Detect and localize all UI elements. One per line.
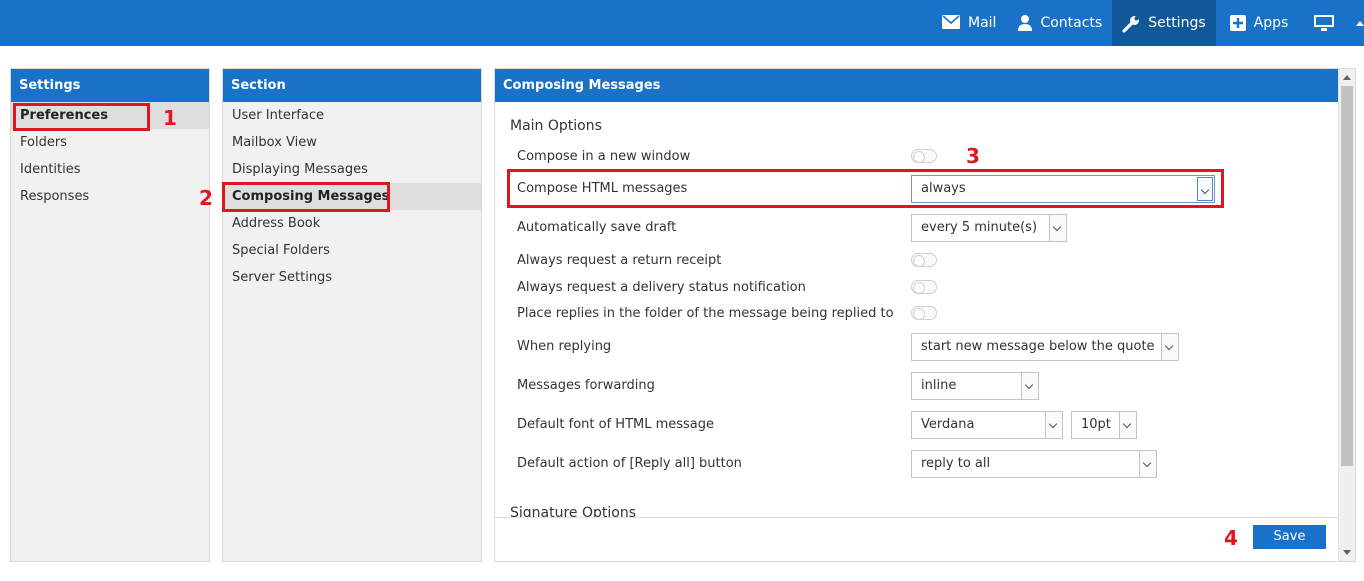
nav-mail-label: Mail: [968, 15, 997, 31]
section-item-address-book[interactable]: Address Book: [223, 210, 481, 237]
settings-item-preferences[interactable]: Preferences: [11, 102, 209, 129]
chevron-down-icon: [1197, 177, 1213, 201]
delivery-notification-toggle[interactable]: [911, 280, 937, 294]
reply-all-select[interactable]: reply to all: [911, 450, 1157, 478]
section-item-user-interface[interactable]: User Interface: [223, 102, 481, 129]
forwarding-label: Messages forwarding: [517, 378, 655, 393]
section-panel-title: Section: [223, 69, 481, 102]
nav-apps-label: Apps: [1253, 15, 1289, 31]
annotation-label-4: 4: [1224, 526, 1238, 550]
compose-html-value: always: [921, 181, 966, 196]
compose-new-window-toggle[interactable]: [911, 149, 937, 163]
default-font-size-value: 10pt: [1081, 417, 1111, 432]
scroll-down-arrow-icon[interactable]: [1343, 550, 1351, 555]
place-replies-label: Place replies in the folder of the messa…: [517, 306, 894, 321]
save-button[interactable]: Save: [1253, 525, 1326, 549]
chevron-down-icon: [1161, 334, 1178, 360]
reply-all-label: Default action of [Reply all] button: [517, 456, 742, 471]
scrollbar-thumb[interactable]: [1341, 86, 1353, 466]
chevron-down-icon: [1021, 373, 1038, 399]
settings-panel-title: Settings: [11, 69, 209, 102]
content-footer: Save: [495, 517, 1338, 561]
when-replying-select[interactable]: start new message below the quote: [911, 333, 1179, 361]
section-panel: Section User Interface Mailbox View Disp…: [222, 68, 482, 562]
nav-settings[interactable]: Settings: [1112, 0, 1216, 46]
nav-display[interactable]: [1298, 0, 1352, 46]
content-panel-title: Composing Messages: [495, 69, 1338, 102]
monitor-icon: [1314, 15, 1335, 31]
autosave-label: Automatically save draft: [517, 220, 677, 235]
chevron-down-icon: [1049, 215, 1066, 241]
compose-html-select[interactable]: always: [911, 175, 1215, 203]
top-navigation-bar: Mail Contacts Settings Apps: [0, 0, 1364, 46]
when-replying-label: When replying: [517, 339, 612, 354]
default-font-label: Default font of HTML message: [517, 417, 715, 432]
plus-square-icon: [1229, 15, 1246, 31]
composing-messages-panel: Composing Messages Main Options Compose …: [494, 68, 1356, 562]
wrench-icon: [1122, 15, 1140, 33]
forwarding-select[interactable]: inline: [911, 372, 1039, 400]
autosave-value: every 5 minute(s): [921, 220, 1038, 235]
section-item-server-settings[interactable]: Server Settings: [223, 264, 481, 291]
settings-item-identities[interactable]: Identities: [11, 156, 209, 183]
main-options-heading: Main Options: [510, 118, 602, 134]
compose-new-window-label: Compose in a new window: [517, 149, 691, 164]
section-item-composing-messages[interactable]: Composing Messages: [223, 183, 481, 210]
return-receipt-label: Always request a return receipt: [517, 253, 722, 268]
compose-html-label: Compose HTML messages: [517, 181, 688, 196]
nav-contacts[interactable]: Contacts: [1006, 0, 1112, 46]
default-font-value: Verdana: [921, 417, 975, 432]
annotation-label-2: 2: [199, 186, 213, 210]
delivery-notification-label: Always request a delivery status notific…: [517, 280, 806, 295]
autosave-select[interactable]: every 5 minute(s): [911, 214, 1067, 242]
default-font-select[interactable]: Verdana: [911, 411, 1063, 439]
nav-settings-label: Settings: [1148, 15, 1206, 31]
chevron-down-icon: [1139, 451, 1156, 477]
collapse-caret[interactable]: [1352, 0, 1364, 46]
nav-apps[interactable]: Apps: [1216, 0, 1299, 46]
chevron-down-icon: [1045, 412, 1062, 438]
when-replying-value: start new message below the quote: [921, 339, 1155, 354]
forwarding-value: inline: [921, 378, 957, 393]
section-item-mailbox-view[interactable]: Mailbox View: [223, 129, 481, 156]
envelope-icon: [942, 15, 960, 31]
place-replies-toggle[interactable]: [911, 306, 937, 320]
nav-contacts-label: Contacts: [1040, 15, 1103, 31]
settings-item-responses[interactable]: Responses: [11, 183, 209, 210]
section-item-special-folders[interactable]: Special Folders: [223, 237, 481, 264]
annotation-label-1: 1: [163, 106, 177, 130]
annotation-label-3: 3: [966, 144, 980, 168]
content-scrollbar[interactable]: [1338, 69, 1355, 561]
settings-item-folders[interactable]: Folders: [11, 129, 209, 156]
reply-all-value: reply to all: [921, 456, 991, 471]
nav-mail[interactable]: Mail: [932, 0, 1006, 46]
user-icon: [1018, 15, 1033, 31]
scroll-up-arrow-icon[interactable]: [1343, 75, 1351, 80]
section-item-displaying-messages[interactable]: Displaying Messages: [223, 156, 481, 183]
chevron-down-icon: [1119, 412, 1136, 438]
return-receipt-toggle[interactable]: [911, 253, 937, 267]
caret-up-icon: [1356, 20, 1364, 26]
settings-panel: Settings Preferences Folders Identities …: [10, 68, 210, 562]
default-font-size-select[interactable]: 10pt: [1071, 411, 1137, 439]
